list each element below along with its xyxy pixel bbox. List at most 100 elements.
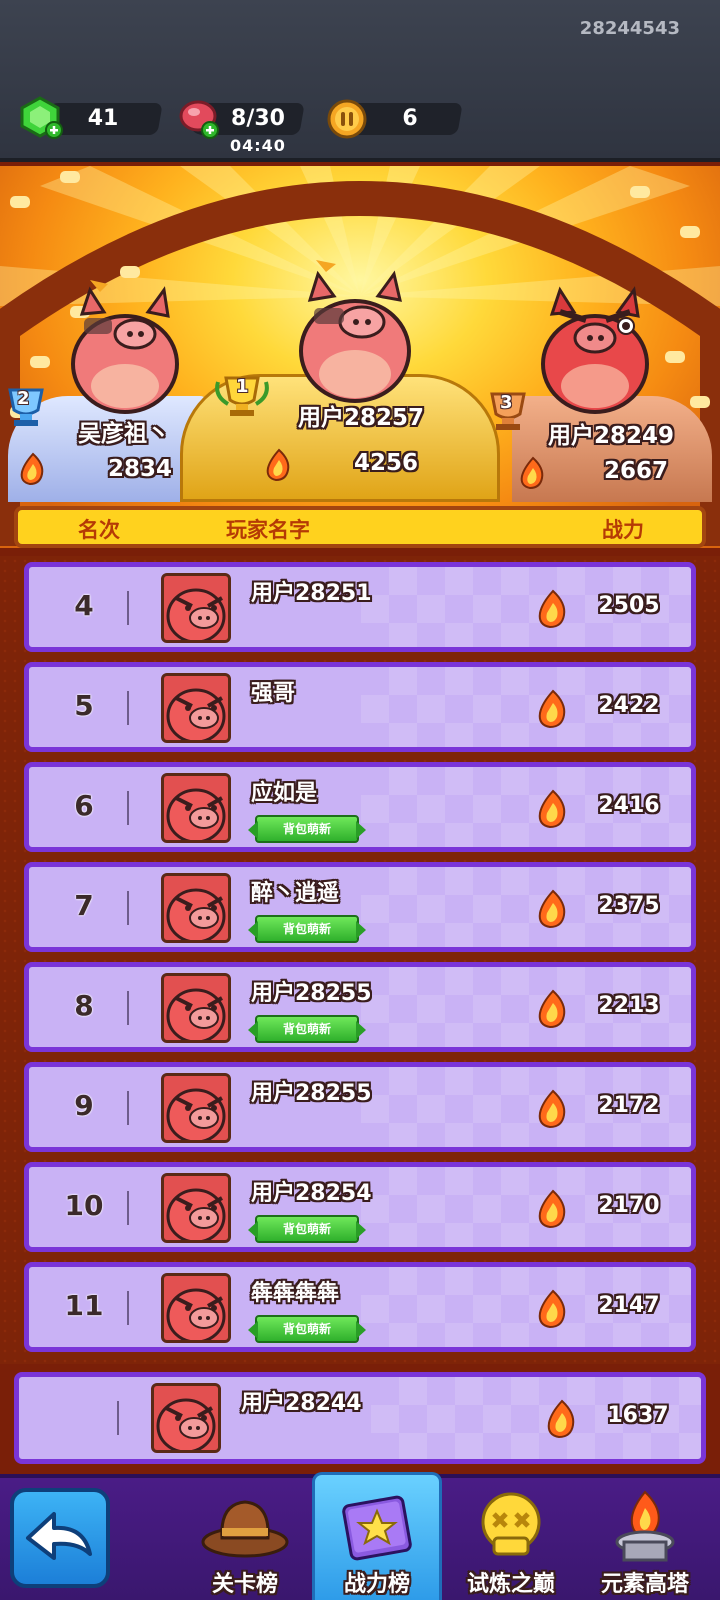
fire-icon: [538, 1189, 566, 1229]
player-avatar[interactable]: [161, 773, 231, 843]
tab-stage-rank[interactable]: 关卡榜: [180, 1478, 310, 1600]
pig-avatar-icon: [154, 1386, 218, 1450]
row-rank: 5: [74, 689, 94, 722]
pig-character-2nd[interactable]: [60, 274, 190, 414]
coin-icon[interactable]: [326, 98, 368, 140]
podium-name-3rd: 用户28249: [548, 423, 675, 449]
leaderboard-row[interactable]: 10 用户28254 背包萌新 2170: [24, 1162, 696, 1252]
place-number-2: 2: [17, 388, 30, 409]
coins-value: 6: [402, 106, 418, 131]
row-rank: 7: [74, 889, 94, 922]
fire-icon: [266, 448, 290, 482]
player-name: 用户28254: [251, 1181, 372, 1206]
podium-name-2nd: 吴彦祖丶: [78, 421, 170, 447]
my-rank-row[interactable]: 用户28244 1637: [14, 1372, 706, 1464]
leaderboard-row[interactable]: 11 犇犇犇犇 背包萌新 2147: [24, 1262, 696, 1352]
tab-power-rank[interactable]: 战力榜: [312, 1472, 442, 1600]
pig-avatar-icon: [164, 776, 228, 840]
player-power: 2375: [598, 893, 660, 918]
tab-element-tower[interactable]: 元素高塔: [580, 1478, 710, 1600]
pig-avatar-icon: [164, 876, 228, 940]
place-number-1: 1: [236, 376, 249, 397]
player-name: 用户28255: [251, 981, 372, 1006]
row-divider: [127, 791, 129, 825]
player-name: 强哥: [251, 681, 296, 706]
top-resource-bar: 28244543 41 8/30 04:40 6: [0, 0, 720, 162]
player-power: 2172: [598, 1093, 660, 1118]
row-divider: [127, 991, 129, 1025]
spellbook-icon: [342, 1495, 412, 1561]
row-divider: [127, 591, 129, 625]
player-name: 醉丶逍遥: [251, 881, 340, 906]
fire-icon: [20, 452, 44, 486]
my-avatar[interactable]: [151, 1383, 221, 1453]
leaderboard-row[interactable]: 7 醉丶逍遥背包萌新 2375: [24, 862, 696, 952]
tab-trial-peak[interactable]: 试炼之巅: [446, 1478, 576, 1600]
player-name: 应如是: [251, 781, 318, 806]
player-avatar[interactable]: [161, 1073, 231, 1143]
player-avatar[interactable]: [161, 973, 231, 1043]
row-divider: [127, 691, 129, 725]
pig-avatar-icon: [164, 1076, 228, 1140]
fire-icon: [538, 1089, 566, 1129]
header-player-name: 玩家名字: [226, 518, 310, 542]
player-avatar[interactable]: [161, 573, 231, 643]
leaderboard-row[interactable]: 5 强哥 2422: [24, 662, 696, 752]
leaderboard-row[interactable]: 6 应如是 背包萌新 2416: [24, 762, 696, 852]
tab-label: 试炼之巅: [466, 1572, 555, 1597]
player-name: 犇犇犇犇: [251, 1281, 340, 1306]
player-power: 2170: [598, 1193, 660, 1218]
fire-icon: [520, 456, 544, 490]
energy-timer: 04:40: [230, 136, 286, 155]
row-rank: 10: [64, 1189, 104, 1222]
pig-avatar-icon: [164, 676, 228, 740]
power-fire: [534, 1289, 572, 1333]
my-player-name: 用户28244: [241, 1391, 362, 1416]
player-avatar[interactable]: [161, 1173, 231, 1243]
player-power: 2147: [598, 1293, 660, 1318]
leaderboard-list[interactable]: 4 用户28251 2505 5 强哥 2422 6 应如是 背包萌新 2416 7 醉丶逍遥 背包萌新…: [0, 556, 720, 1364]
row-divider: [127, 891, 129, 925]
title-badge: 背包萌新: [255, 1015, 359, 1043]
row-divider: [127, 1191, 129, 1225]
back-button[interactable]: [10, 1488, 110, 1588]
title-badge: 背包萌新: [255, 915, 359, 943]
player-power: 2213: [598, 993, 660, 1018]
energy-value: 8/30: [231, 106, 285, 131]
power-fire: [534, 789, 572, 833]
row-rank: 9: [74, 1089, 94, 1122]
player-avatar[interactable]: [161, 873, 231, 943]
pig-avatar-icon: [164, 576, 228, 640]
title-badge: 背包萌新: [255, 815, 359, 843]
player-power: 2505: [598, 593, 660, 618]
podium-power-2nd: 2834: [108, 456, 173, 482]
fire-icon: [538, 589, 566, 629]
gem-icon[interactable]: [18, 96, 64, 140]
fire-icon: [538, 1289, 566, 1329]
top-three-podium: 2 1 3 吴彦祖丶 用户28257 用户28249 2834 4256 266…: [0, 166, 720, 548]
flame-tower-icon: [615, 1490, 675, 1562]
row-divider: [127, 1291, 129, 1325]
leaderboard-column-header: 名次 玩家名字 战力: [14, 506, 706, 548]
row-rank: 4: [74, 589, 94, 622]
player-power: 2422: [598, 693, 660, 718]
my-power: 1637: [607, 1403, 669, 1428]
tab-label: 战力榜: [343, 1572, 410, 1597]
power-fire: [534, 689, 572, 733]
fire-icon: [538, 889, 566, 929]
leaderboard-row[interactable]: 4 用户28251 2505: [24, 562, 696, 652]
user-id-label: 28244543: [579, 18, 680, 39]
pig-character-3rd[interactable]: [530, 274, 660, 414]
title-badge: 背包萌新: [255, 1215, 359, 1243]
power-fire: [534, 1089, 572, 1133]
pig-character-1st[interactable]: [290, 256, 420, 406]
pig-avatar-icon: [164, 976, 228, 1040]
pig-avatar-icon: [164, 1276, 228, 1340]
row-rank: 8: [74, 989, 94, 1022]
header-rank: 名次: [78, 518, 120, 542]
player-avatar[interactable]: [161, 1273, 231, 1343]
power-fire: [534, 589, 572, 633]
player-avatar[interactable]: [161, 673, 231, 743]
leaderboard-row[interactable]: 9 用户28255 2172: [24, 1062, 696, 1152]
leaderboard-row[interactable]: 8 用户28255 背包萌新 2213: [24, 962, 696, 1052]
